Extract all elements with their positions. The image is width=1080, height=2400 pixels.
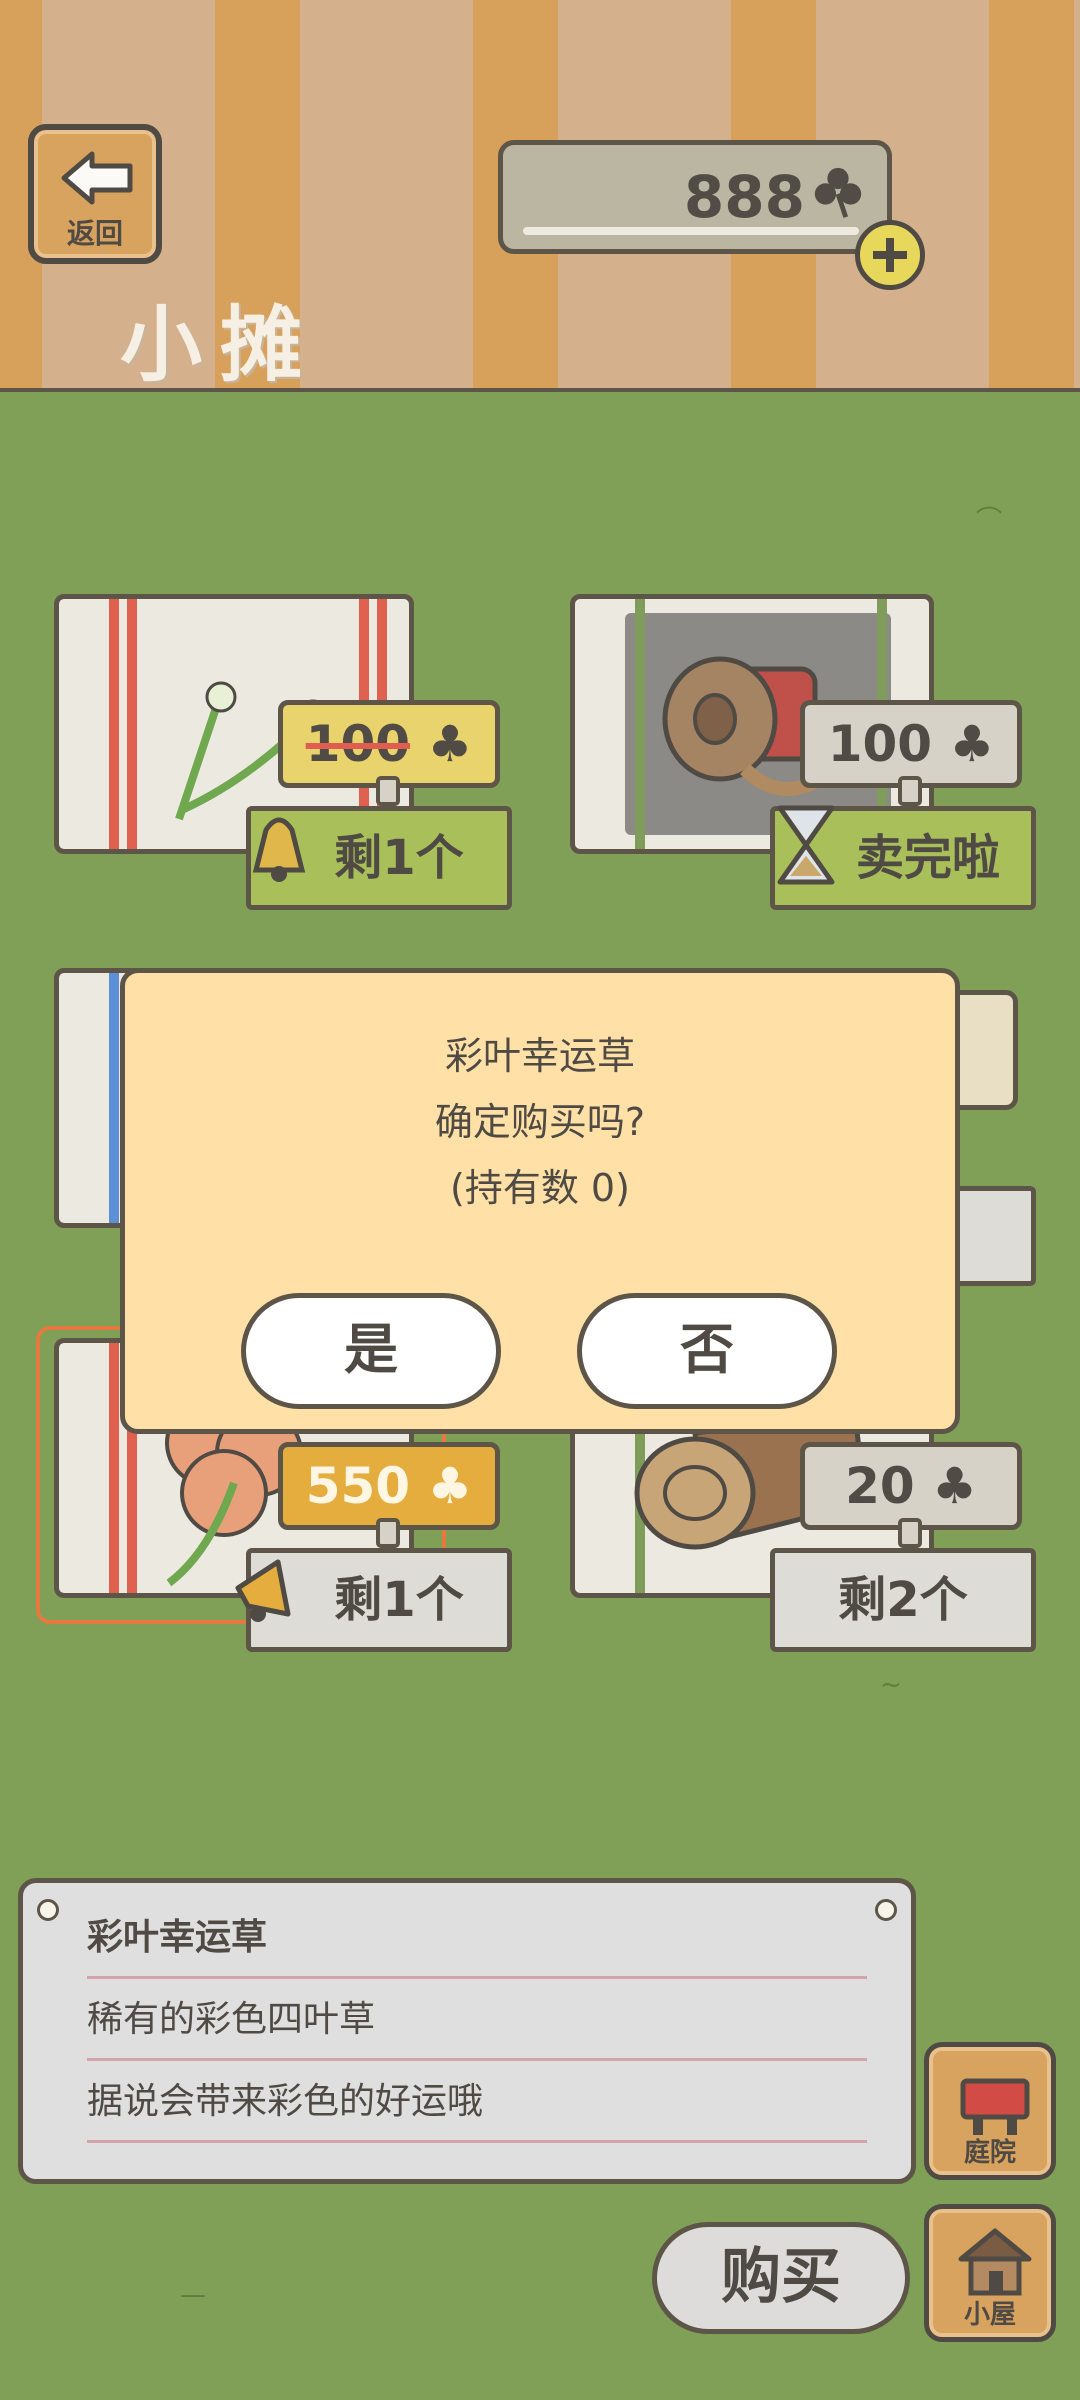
clover-icon: ♣ xyxy=(949,715,995,773)
price-value: 100 xyxy=(305,715,411,773)
rivet xyxy=(875,1899,897,1921)
page-title: 小摊 xyxy=(120,298,321,393)
mat-stripe xyxy=(127,599,137,849)
dialog-owned-count: (持有数 0) xyxy=(450,1166,630,1210)
yard-button[interactable]: 庭院 xyxy=(924,2042,1056,2180)
yard-icon xyxy=(960,2078,1030,2135)
confirm-yes-button[interactable]: 是 xyxy=(241,1293,501,1409)
add-clover-button[interactable] xyxy=(855,220,925,290)
rivet xyxy=(37,1899,59,1921)
purchase-confirm-dialog: 彩叶幸运草 确定购买吗? (持有数 0) 是 否 xyxy=(120,968,960,1434)
mat-stripe xyxy=(109,973,119,1223)
back-arrow-icon xyxy=(61,151,133,205)
price-value: 100 xyxy=(827,715,933,773)
price-tag: 100 ♣ xyxy=(800,700,1022,788)
bell-icon xyxy=(252,817,306,882)
clover-icon: ♣ xyxy=(427,715,473,773)
price-value: 550 xyxy=(305,1457,411,1515)
clover-icon: ♣ xyxy=(932,1457,977,1515)
house-icon xyxy=(958,2228,1032,2296)
house-button[interactable]: 小屋 xyxy=(924,2204,1056,2342)
stock-label: 剩1个 xyxy=(334,830,464,886)
megaphone-icon xyxy=(235,1559,291,1622)
grass-mark: ~ xyxy=(880,1670,902,1700)
clover-count: 888 xyxy=(683,163,805,231)
clover-balance: 888 xyxy=(498,140,892,254)
stock-label: 剩2个 xyxy=(838,1572,968,1628)
mat-stripe xyxy=(109,599,119,849)
clover-icon xyxy=(814,167,862,218)
clover-icon: ♣ xyxy=(427,1457,473,1515)
house-label: 小屋 xyxy=(963,2300,1016,2330)
grass-mark: ⌒ xyxy=(976,506,1003,536)
description-line: 据说会带来彩色的好运哦 xyxy=(87,2067,867,2143)
description-title: 彩叶幸运草 xyxy=(87,1903,867,1979)
back-button[interactable]: 返回 xyxy=(28,124,162,264)
yard-label: 庭院 xyxy=(963,2138,1016,2168)
stock-label: 卖完啦 xyxy=(855,830,1000,886)
tag-clip xyxy=(376,776,400,806)
header: 返回 小摊 888 xyxy=(0,0,1080,393)
confirm-no-button[interactable]: 否 xyxy=(577,1293,837,1409)
dialog-question: 确定购买吗? xyxy=(434,1100,646,1144)
tag-clip xyxy=(376,1518,400,1548)
description-line: 稀有的彩色四叶草 xyxy=(87,1985,867,2061)
stock-sign: 剩2个 xyxy=(770,1548,1036,1652)
price-value: 20 xyxy=(845,1457,915,1515)
grass-mark: — xyxy=(180,2280,206,2310)
tag-clip xyxy=(898,776,922,806)
stock-label: 剩1个 xyxy=(334,1572,464,1628)
hourglass-icon xyxy=(777,805,835,885)
back-label: 返回 xyxy=(66,217,123,250)
dialog-item-name: 彩叶幸运草 xyxy=(444,1034,635,1078)
buy-button[interactable]: 购买 xyxy=(652,2222,910,2334)
price-tag: 20 ♣ xyxy=(800,1442,1022,1530)
price-tag: 100 ♣ xyxy=(278,700,500,788)
item-description-panel: 彩叶幸运草 稀有的彩色四叶草 据说会带来彩色的好运哦 xyxy=(18,1878,916,2184)
tag-clip xyxy=(898,1518,922,1548)
mat-stripe xyxy=(109,1343,119,1593)
price-tag: 550 ♣ xyxy=(278,1442,500,1530)
